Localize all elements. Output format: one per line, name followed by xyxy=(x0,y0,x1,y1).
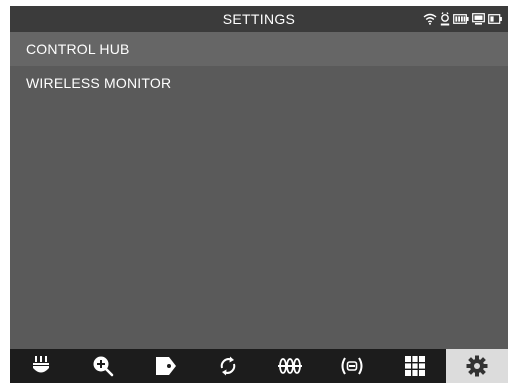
status-bar xyxy=(423,10,502,28)
grid-icon xyxy=(404,356,425,376)
settings-menu: CONTROL HUB WIRELESS MONITOR xyxy=(10,32,508,100)
menu-item-control-hub[interactable]: CONTROL HUB xyxy=(10,32,508,66)
tag-icon xyxy=(155,356,177,376)
probe-button[interactable] xyxy=(10,349,72,383)
title-bar: SETTINGS xyxy=(10,6,508,32)
bottom-toolbar xyxy=(10,349,508,383)
zoom-in-button[interactable] xyxy=(72,349,134,383)
location-pin-icon xyxy=(440,12,450,26)
settings-gear-icon xyxy=(466,355,488,377)
wireless-signal-icon xyxy=(339,356,365,376)
grid-button[interactable] xyxy=(384,349,446,383)
settings-button[interactable] xyxy=(445,349,508,383)
settings-screen: SETTINGS CONTROL HUB WIRELESS MONITOR xyxy=(10,6,508,383)
wifi-icon xyxy=(423,13,437,25)
wireless-signal-button[interactable] xyxy=(321,349,383,383)
waveform-icon xyxy=(277,357,303,375)
battery-icon xyxy=(453,14,469,24)
monitor-icon xyxy=(472,13,485,25)
probe-icon xyxy=(32,355,50,377)
refresh-icon xyxy=(217,355,239,377)
refresh-button[interactable] xyxy=(197,349,259,383)
waveform-button[interactable] xyxy=(259,349,321,383)
zoom-in-icon xyxy=(92,355,114,377)
tag-button[interactable] xyxy=(135,349,197,383)
menu-item-wireless-monitor[interactable]: WIRELESS MONITOR xyxy=(10,66,508,100)
battery-small-icon xyxy=(488,14,502,24)
